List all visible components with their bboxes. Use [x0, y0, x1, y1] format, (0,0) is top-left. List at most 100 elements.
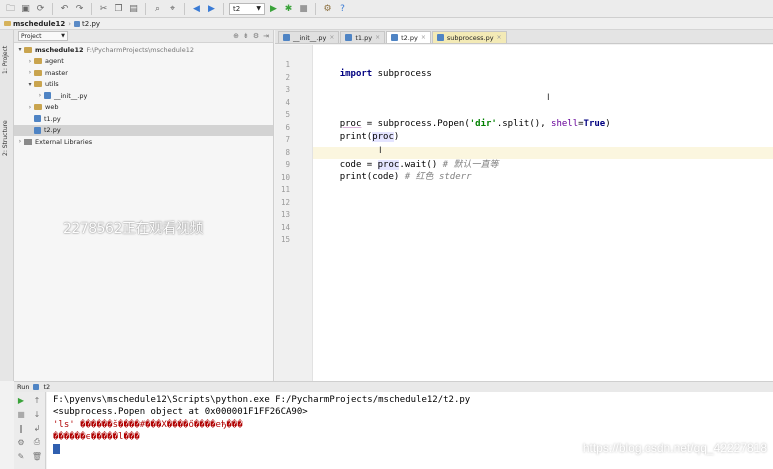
run-console-output[interactable]: F:\pyenvs\mschedule12\Scripts\python.exe…	[47, 392, 773, 469]
find-icon[interactable]: ⌕	[151, 2, 164, 15]
breadcrumb-project-label: mschedule12	[13, 19, 66, 28]
code-editor[interactable]: 1 2 3 4 5 6 7 8 9 10 11 12 13 14 15 impo…	[275, 45, 773, 381]
expanded-arrow-icon[interactable]: ▾	[26, 81, 34, 88]
param-token: shell	[551, 119, 579, 129]
tree-item-utils[interactable]: ▾ utils	[14, 79, 273, 91]
toolbar-divider	[223, 2, 224, 15]
left-tool-strip: 1: Project 2: Structure	[0, 30, 14, 381]
project-view-label: Project	[21, 32, 42, 40]
forward-icon[interactable]: ▶	[205, 2, 218, 15]
open-folder-icon[interactable]: 🗀	[4, 2, 17, 15]
close-icon[interactable]: ×	[497, 34, 502, 41]
undo-icon[interactable]: ↶	[58, 2, 71, 15]
close-icon[interactable]: ×	[375, 34, 380, 41]
python-file-icon	[33, 384, 40, 390]
code-line-9: print(code) # 红色 stderr	[318, 159, 472, 192]
line-number: 15	[280, 235, 290, 244]
line-number: 3	[285, 85, 290, 94]
breadcrumb-project[interactable]: mschedule12	[4, 20, 65, 28]
copy-icon[interactable]: ❐	[112, 2, 125, 15]
code-token: print(code)	[339, 172, 405, 182]
console-line: <subprocess.Popen object at 0x000001F1FF…	[53, 407, 308, 418]
toolbar-divider	[145, 2, 146, 15]
tree-item-path: F:\PycharmProjects\mschedule12	[86, 45, 195, 54]
help-icon[interactable]: ?	[336, 2, 349, 15]
redo-icon[interactable]: ↷	[73, 2, 86, 15]
rerun-icon[interactable]: ▶	[16, 395, 26, 405]
tree-item-master[interactable]: › master	[14, 67, 273, 79]
tree-item-label: __init__.py	[54, 91, 88, 100]
tab-structure[interactable]: 2: Structure	[2, 110, 12, 156]
viewer-watermark: 2278562正在观看视频	[63, 221, 203, 237]
tab-t2-py[interactable]: t2.py ×	[386, 31, 431, 43]
tree-item-external-libraries[interactable]: › External Libraries	[14, 136, 273, 148]
paste-icon[interactable]: ▤	[127, 2, 140, 15]
breadcrumb-file[interactable]: t2.py	[74, 20, 100, 28]
tab-subprocess-py[interactable]: subprocess.py ×	[431, 31, 507, 43]
collapsed-arrow-icon[interactable]: ›	[26, 58, 34, 65]
tree-item-label: web	[45, 103, 59, 112]
expanded-arrow-icon[interactable]: ▾	[16, 46, 24, 53]
run-config-select[interactable]: t2 ▼	[229, 2, 265, 15]
tab-project[interactable]: 1: Project	[2, 34, 12, 74]
back-icon[interactable]: ◀	[190, 2, 203, 15]
collapse-icon[interactable]: ⇟	[243, 32, 249, 40]
toolbar-divider	[184, 2, 185, 15]
stop-icon[interactable]: ■	[16, 409, 26, 419]
tree-item-web[interactable]: › web	[14, 102, 273, 114]
pause-icon[interactable]: ‖	[16, 423, 26, 433]
wrap-icon[interactable]: ↲	[32, 423, 42, 433]
project-view-select[interactable]: Project ▼	[18, 31, 68, 41]
collapsed-arrow-icon[interactable]: ›	[16, 138, 24, 145]
line-number: 4	[285, 97, 290, 107]
save-icon[interactable]: ▣	[19, 2, 32, 15]
toolbar-divider	[315, 2, 316, 15]
tree-item-label: agent	[45, 57, 64, 66]
hide-icon[interactable]: ⇥	[263, 32, 269, 40]
close-icon[interactable]: ×	[421, 34, 426, 41]
gear-icon[interactable]: ⚙	[253, 32, 259, 40]
chevron-down-icon: ▼	[61, 33, 65, 39]
tree-item-label: mschedule12	[35, 45, 84, 54]
tree-item-t2-py[interactable]: t2.py	[14, 124, 273, 136]
tab-t1-py[interactable]: t1.py ×	[340, 31, 386, 43]
pin-icon[interactable]: ✎	[16, 451, 26, 461]
toolbar-divider	[52, 2, 53, 15]
trash-icon[interactable]: 🗑	[32, 451, 42, 461]
code-token: )	[393, 131, 400, 142]
tree-item-init-py[interactable]: › __init__.py	[14, 90, 273, 102]
line-number: 9	[285, 160, 290, 169]
tab-init-py[interactable]: __init__.py ×	[278, 31, 340, 43]
code-token: .split(),	[496, 119, 552, 129]
replace-icon[interactable]: ⌖	[166, 2, 179, 15]
line-number: 14	[280, 222, 290, 232]
library-icon	[24, 138, 32, 145]
settings-icon[interactable]: ⚙	[321, 2, 334, 15]
tree-item-label: utils	[45, 80, 59, 89]
line-number: 8	[285, 147, 290, 157]
folder-icon	[4, 21, 11, 26]
stop-icon[interactable]: ■	[297, 2, 310, 15]
tree-item-label: master	[45, 68, 68, 77]
debug-icon[interactable]: ✱	[282, 2, 295, 15]
collapsed-arrow-icon[interactable]: ›	[36, 92, 44, 99]
tree-item-mschedule12[interactable]: ▾ mschedule12 F:\PycharmProjects\mschedu…	[14, 44, 273, 56]
settings-icon[interactable]: ⚙	[16, 437, 26, 447]
console-line: F:\pyenvs\mschedule12\Scripts\python.exe…	[53, 395, 471, 405]
print-icon[interactable]: ⎙	[32, 437, 42, 447]
line-number: 11	[280, 185, 290, 194]
sync-icon[interactable]: ⟳	[34, 2, 47, 15]
target-icon[interactable]: ⊕	[233, 32, 239, 40]
scroll-down-icon[interactable]: ↓	[32, 409, 42, 419]
run-icon[interactable]: ▶	[267, 2, 280, 15]
collapsed-arrow-icon[interactable]: ›	[26, 69, 34, 76]
tree-item-t1-py[interactable]: t1.py	[14, 113, 273, 125]
cut-icon[interactable]: ✂	[97, 2, 110, 15]
close-icon[interactable]: ×	[329, 34, 334, 41]
tree-item-agent[interactable]: › agent	[14, 56, 273, 68]
collapsed-arrow-icon[interactable]: ›	[26, 104, 34, 111]
editor-gutter: 1 2 3 4 5 6 7 8 9 10 11 12 13 14 15	[275, 45, 313, 381]
project-panel: Project ▼ ⊕ ⇟ ⚙ ⇥ ▾ mschedule12 F:\Pycha…	[14, 30, 274, 381]
scroll-up-icon[interactable]: ↑	[32, 395, 42, 405]
run-window-config[interactable]: t2	[43, 383, 50, 391]
